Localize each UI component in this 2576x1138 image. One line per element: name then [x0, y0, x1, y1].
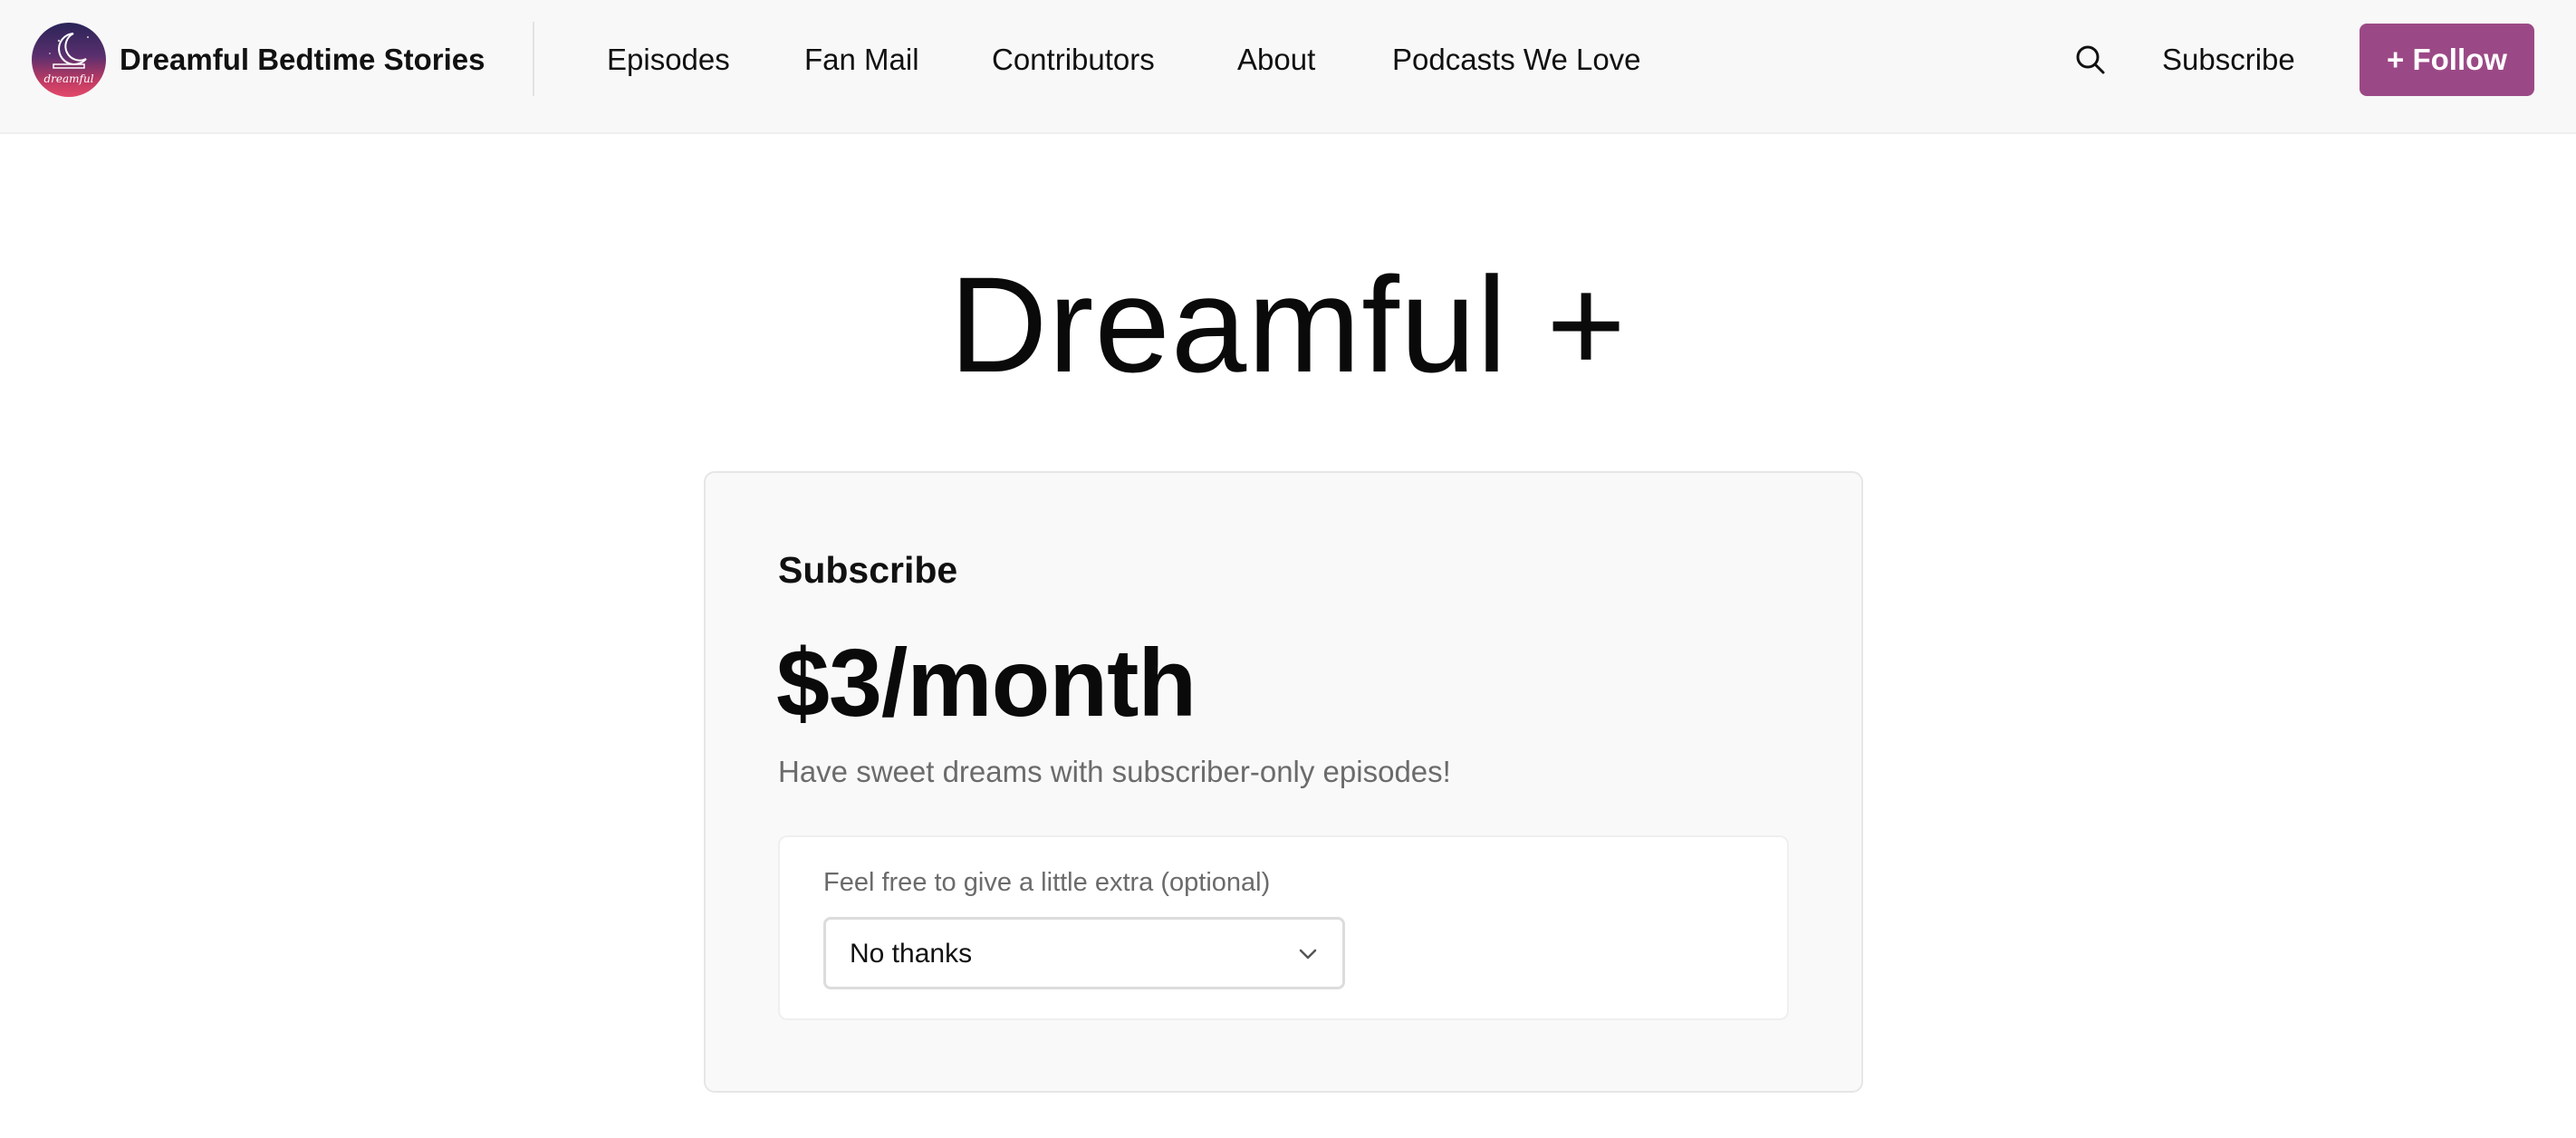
- subscription-card: Subscribe $3/month Have sweet dreams wit…: [704, 471, 1863, 1093]
- svg-text:dreamful: dreamful: [43, 72, 93, 85]
- tip-amount-select[interactable]: No thanks: [823, 917, 1345, 989]
- follow-button[interactable]: + Follow: [2360, 24, 2534, 96]
- nav-fan-mail[interactable]: Fan Mail: [804, 40, 919, 80]
- nav-episodes[interactable]: Episodes: [607, 40, 730, 80]
- tip-label: Feel free to give a little extra (option…: [823, 868, 1271, 897]
- subscription-description: Have sweet dreams with subscriber-only e…: [778, 755, 1451, 788]
- moon-logo-icon: dreamful: [43, 33, 94, 85]
- search-icon: [2076, 45, 2105, 74]
- top-navigation-bar: dreamful Dreamful Bedtime Stories Episod…: [0, 0, 2576, 134]
- subscription-price: $3/month: [776, 630, 1197, 737]
- header-divider: [533, 22, 534, 96]
- tip-section: Feel free to give a little extra (option…: [778, 835, 1789, 1020]
- nav-about[interactable]: About: [1237, 40, 1315, 80]
- page-title: Dreamful +: [949, 248, 1627, 400]
- subscribe-link[interactable]: Subscribe: [2162, 40, 2295, 80]
- tip-select-value: No thanks: [850, 939, 973, 969]
- podcast-logo[interactable]: dreamful: [32, 23, 106, 97]
- card-heading: Subscribe: [778, 549, 958, 591]
- chevron-down-icon: [1299, 949, 1317, 960]
- search-button[interactable]: [2072, 42, 2109, 78]
- podcast-title[interactable]: Dreamful Bedtime Stories: [120, 40, 485, 80]
- nav-podcasts-we-love[interactable]: Podcasts We Love: [1392, 40, 1641, 80]
- nav-contributors[interactable]: Contributors: [992, 40, 1155, 80]
